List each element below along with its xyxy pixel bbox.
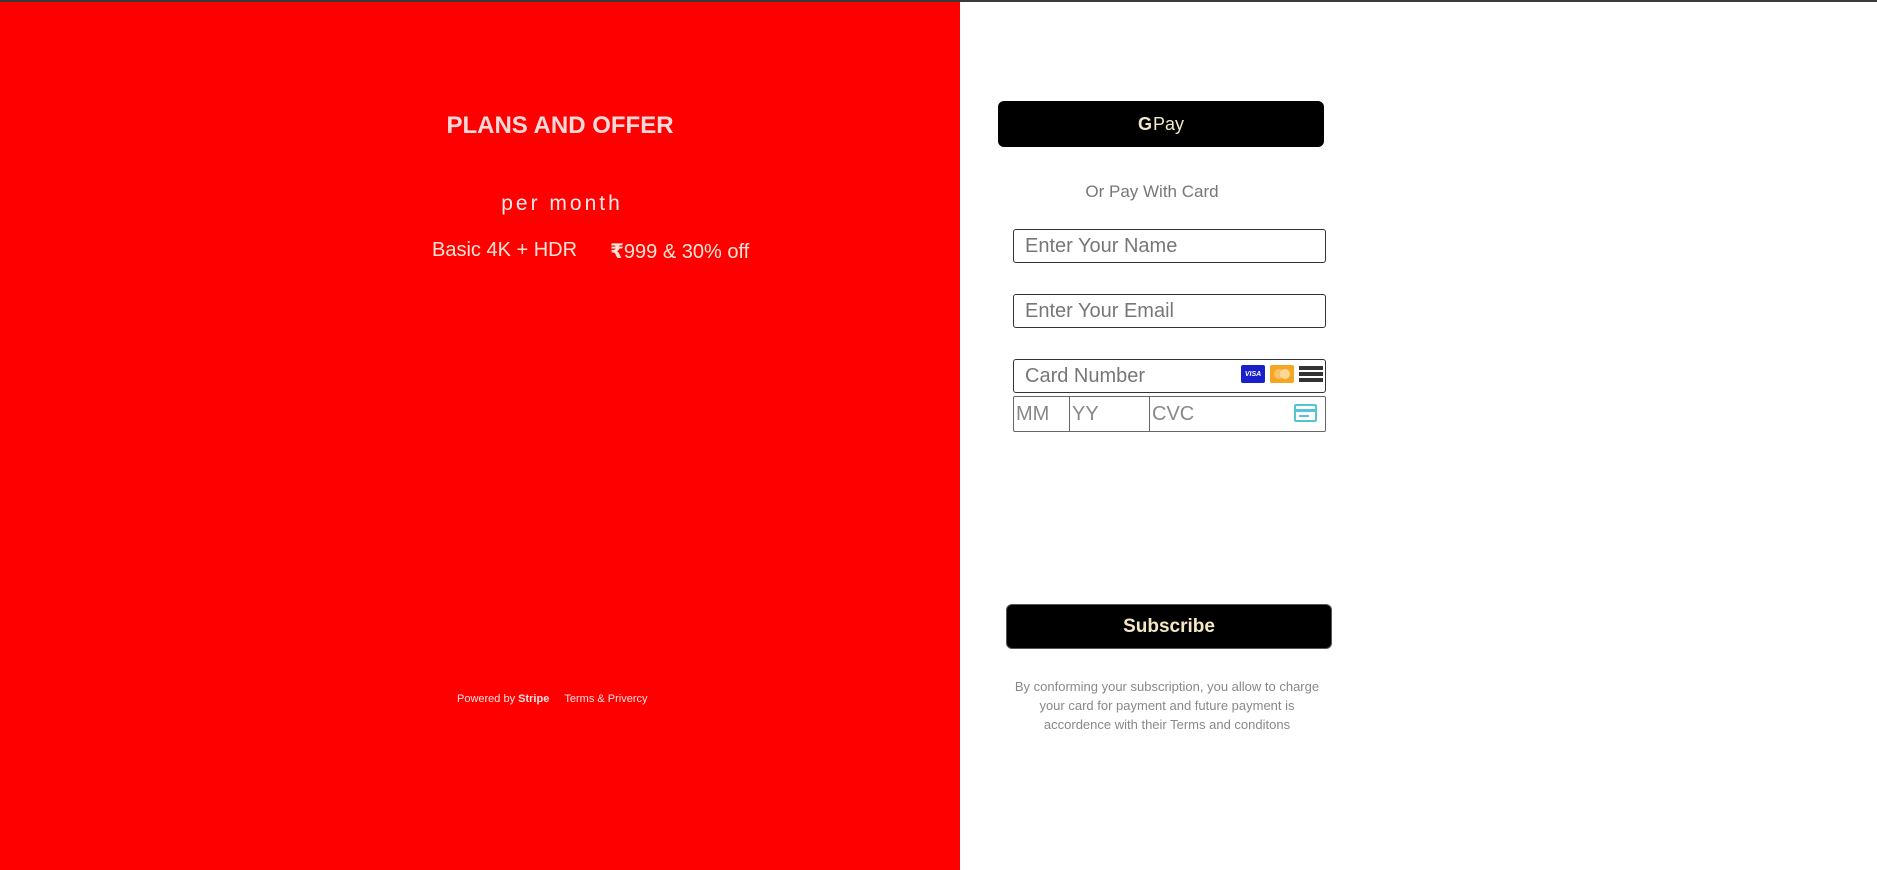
visa-icon: VISA [1241,365,1265,383]
terms-link[interactable]: Terms & Privercy [564,693,647,705]
google-pay-button[interactable]: G Pay [998,101,1324,147]
powered-by-label: Powered by [457,693,516,705]
email-field[interactable] [1013,294,1326,328]
plan-price: ₹999 & 30% off [610,239,749,264]
plan-row: Basic 4K + HDR ₹999 & 30% off [432,239,749,263]
powered-by-footer: Powered by Stripe Terms & Privercy [457,693,648,705]
billing-period: per month [501,192,623,215]
expiry-year-field[interactable] [1069,396,1150,432]
expiry-month-field[interactable] [1013,396,1070,432]
subscription-disclaimer: By conforming your subscription, you all… [1014,679,1320,732]
subscribe-button[interactable]: Subscribe [1006,604,1332,649]
plan-name: Basic 4K + HDR [432,239,578,261]
stripe-link[interactable]: Stripe [518,693,549,705]
or-pay-with-card: Or Pay With Card [1085,182,1219,201]
google-g-icon: G [1137,113,1152,134]
cvc-card-icon [1294,404,1317,422]
price-text: 999 & 30% off [623,241,750,263]
rupee-symbol: ₹ [610,241,624,263]
generic-card-icon [1299,365,1323,383]
plans-title: PLANS AND OFFER [446,112,674,139]
gpay-label: Pay [1152,113,1185,134]
name-field[interactable] [1013,229,1326,263]
card-brand-icons: VISA [1241,365,1323,383]
mastercard-icon [1270,365,1294,383]
